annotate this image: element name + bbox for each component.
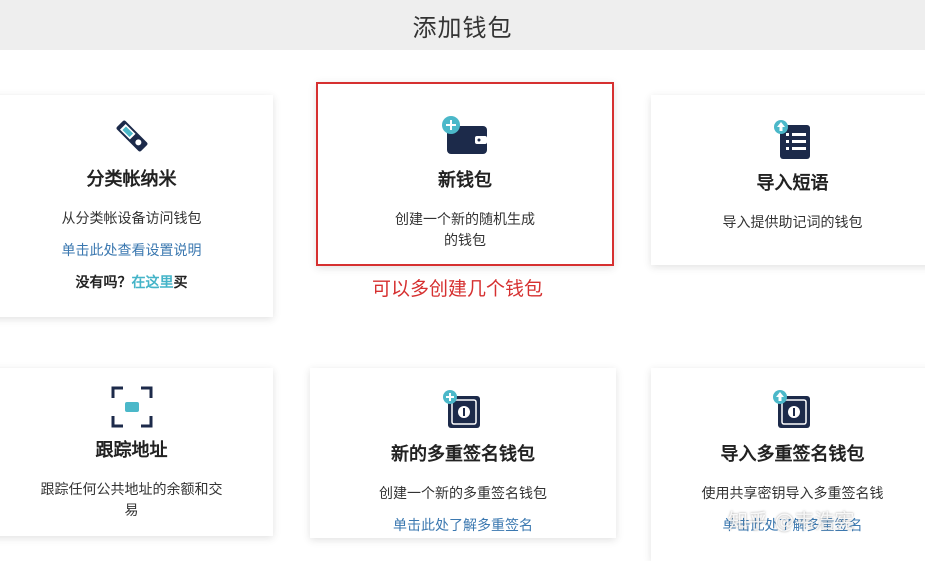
import-phrase-card[interactable]: 导入短语 导入提供助记词的钱包 — [651, 95, 925, 265]
card-title: 新的多重签名钱包 — [391, 444, 535, 465]
page-header: 添加钱包 — [0, 0, 925, 50]
buy-suffix: 买 — [173, 275, 188, 291]
new-wallet-card[interactable]: 新钱包 创建一个新的随机生成 的钱包 — [316, 82, 614, 266]
card-description: 使用共享密钥导入多重签名钱 — [701, 486, 884, 502]
ledger-nano-card[interactable]: 分类帐纳米 从分类帐设备访问钱包 单击此处查看设置说明 没有吗？在这里买 — [0, 95, 273, 317]
track-address-card[interactable]: 跟踪地址 跟踪任何公共地址的余额和交 易 — [0, 368, 273, 536]
card-description-line2: 的钱包 — [444, 233, 486, 249]
annotation-text: 可以多创建几个钱包 — [372, 278, 544, 300]
card-description-line1: 创建一个新的随机生成 — [395, 212, 535, 228]
card-description-line1: 跟踪任何公共地址的余额和交 — [40, 482, 223, 498]
card-description: 导入提供助记词的钱包 — [722, 215, 863, 231]
card-title: 分类帐纳米 — [86, 169, 177, 190]
buy-here-link[interactable]: 在这里 — [132, 275, 174, 291]
ledger-usb-icon — [116, 120, 147, 152]
setup-instructions-link[interactable]: 单击此处查看设置说明 — [62, 240, 202, 260]
import-phrase-icon — [773, 120, 810, 159]
buy-prefix: 没有吗？ — [75, 275, 132, 291]
new-multisig-icon — [443, 390, 480, 428]
card-title: 跟踪地址 — [95, 440, 168, 461]
card-description-line2: 易 — [124, 503, 139, 519]
card-title: 导入短语 — [756, 173, 829, 194]
card-title: 新钱包 — [438, 170, 492, 191]
buy-prompt: 没有吗？在这里买 — [76, 272, 188, 292]
card-description: 从分类帐设备访问钱包 — [61, 211, 202, 227]
new-multisig-card[interactable]: 新的多重签名钱包 创建一个新的多重签名钱包 单击此处了解多重签名 — [310, 368, 616, 538]
page-title: 添加钱包 — [412, 13, 513, 42]
card-title: 导入多重签名钱包 — [720, 444, 865, 465]
watermark: 知乎 @韦浩宪 — [728, 509, 855, 533]
new-wallet-icon — [442, 116, 487, 154]
import-multisig-icon — [772, 390, 810, 428]
learn-multisig-link[interactable]: 单击此处了解多重签名 — [393, 515, 533, 535]
card-description: 创建一个新的多重签名钱包 — [379, 486, 547, 502]
track-address-icon — [111, 386, 152, 428]
